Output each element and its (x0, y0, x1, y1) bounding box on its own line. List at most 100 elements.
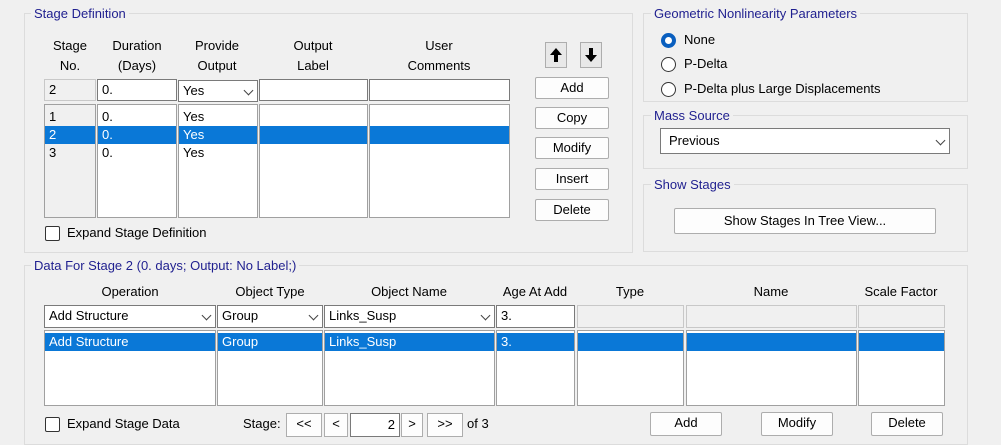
chevron-down-icon (935, 135, 946, 146)
first-stage-button[interactable]: << (286, 413, 322, 437)
chevron-down-icon (243, 85, 254, 96)
table-row[interactable]: Yes (179, 126, 257, 144)
cell-stage-no: 1 (49, 109, 57, 124)
table-row[interactable] (859, 333, 944, 351)
chevron-down-icon (201, 310, 212, 321)
mass-source-select[interactable]: Previous (660, 128, 950, 154)
object-type-select[interactable]: Group (217, 305, 323, 328)
stage-data-col-type[interactable] (577, 330, 684, 406)
chevron-down-icon (480, 310, 491, 321)
cell-stage-no: 3 (49, 145, 57, 160)
table-row[interactable]: Yes (179, 144, 257, 162)
stage-data-col-object-type[interactable]: Group (217, 330, 323, 406)
copy-stage-button[interactable]: Copy (535, 107, 609, 129)
header-name: Name (753, 284, 789, 299)
prev-stage-button[interactable]: < (324, 413, 348, 437)
stage-data-col-scale-factor[interactable] (858, 330, 945, 406)
header-user-comments: User Comments (407, 38, 471, 73)
stage-no-field: 2 (44, 79, 96, 101)
stage-total-label: of 3 (467, 416, 489, 431)
age-at-add-field[interactable]: 3. (496, 305, 575, 328)
stage-nav-label: Stage: (243, 416, 281, 431)
add-stage-button[interactable]: Add (535, 77, 609, 99)
type-field (577, 305, 684, 328)
stage-data-col-name[interactable] (686, 330, 857, 406)
stage-list-col-stage-no[interactable]: 1 2 3 (44, 104, 96, 218)
insert-stage-button[interactable]: Insert (535, 168, 609, 190)
stage-number-field[interactable]: 2 (350, 413, 400, 437)
operation-value: Add Structure (49, 308, 129, 323)
table-row[interactable]: Yes (179, 108, 257, 126)
table-row[interactable]: 0. (98, 126, 176, 144)
expand-stage-definition-checkbox[interactable] (45, 226, 60, 241)
radio-none-label[interactable]: None (684, 32, 715, 48)
cell-duration: 0. (102, 127, 113, 142)
radio-none[interactable] (661, 33, 676, 48)
table-row[interactable] (578, 333, 683, 351)
output-label-field[interactable] (259, 79, 368, 101)
add-data-button[interactable]: Add (650, 412, 722, 436)
stage-data-col-age-at-add[interactable]: 3. (496, 330, 575, 406)
table-row[interactable]: 2 (45, 126, 95, 144)
table-row[interactable]: 0. (98, 108, 176, 126)
table-row[interactable] (370, 126, 509, 144)
object-name-value: Links_Susp (329, 308, 397, 323)
stage-definition-title: Stage Definition (31, 7, 129, 21)
cell-provide-output: Yes (183, 109, 205, 124)
stage-list-col-output-label[interactable] (259, 104, 368, 218)
table-row[interactable]: 0. (98, 144, 176, 162)
header-age-at-add: Age At Add (502, 284, 568, 299)
chevron-down-icon (308, 310, 319, 321)
next-stage-button[interactable]: > (401, 413, 423, 437)
table-row[interactable]: 3 (45, 144, 95, 162)
radio-p-delta-label[interactable]: P-Delta (684, 56, 727, 72)
stage-list-col-duration[interactable]: 0. 0. 0. (97, 104, 177, 218)
cell-duration: 0. (102, 145, 113, 160)
header-stage-no: Stage No. (53, 38, 87, 73)
expand-stage-definition-label[interactable]: Expand Stage Definition (67, 223, 206, 243)
header-type: Type (615, 284, 645, 299)
delete-data-button[interactable]: Delete (871, 412, 943, 436)
mass-source-value: Previous (669, 133, 720, 148)
provide-output-value: Yes (183, 83, 205, 98)
cell-operation: Add Structure (49, 334, 129, 349)
mass-source-title: Mass Source (651, 109, 733, 123)
radio-p-delta[interactable] (661, 57, 676, 72)
table-row[interactable] (687, 333, 856, 351)
modify-stage-button[interactable]: Modify (535, 137, 609, 159)
object-name-select[interactable]: Links_Susp (324, 305, 495, 328)
expand-stage-data-checkbox[interactable] (45, 417, 60, 432)
table-row[interactable]: 1 (45, 108, 95, 126)
delete-stage-button[interactable]: Delete (535, 199, 609, 221)
stage-list-col-provide-output[interactable]: Yes Yes Yes (178, 104, 258, 218)
move-down-button[interactable] (580, 42, 602, 68)
stage-list-col-user-comments[interactable] (369, 104, 510, 218)
header-operation: Operation (101, 284, 159, 299)
header-output-label: Output Label (293, 38, 333, 73)
table-row[interactable]: 3. (497, 333, 574, 351)
cell-object-type: Group (222, 334, 259, 349)
table-row[interactable] (260, 126, 367, 144)
cell-stage-no: 2 (49, 127, 57, 142)
provide-output-select[interactable]: Yes (178, 80, 258, 102)
expand-stage-data-label[interactable]: Expand Stage Data (67, 414, 180, 434)
header-object-name: Object Name (371, 284, 447, 299)
stage-data-col-object-name[interactable]: Links_Susp (324, 330, 495, 406)
operation-select[interactable]: Add Structure (44, 305, 216, 328)
radio-p-delta-large[interactable] (661, 82, 676, 97)
user-comments-field[interactable] (369, 79, 510, 101)
last-stage-button[interactable]: >> (427, 413, 463, 437)
stage-data-col-operation[interactable]: Add Structure (44, 330, 216, 406)
show-stages-tree-view-button[interactable]: Show Stages In Tree View... (674, 208, 936, 234)
header-provide-output: Provide Output (194, 38, 240, 73)
table-row[interactable]: Group (218, 333, 322, 351)
table-row[interactable]: Add Structure (45, 333, 215, 351)
table-row[interactable]: Links_Susp (325, 333, 494, 351)
duration-field[interactable]: 0. (97, 79, 177, 101)
radio-p-delta-large-label[interactable]: P-Delta plus Large Displacements (684, 81, 881, 97)
move-up-button[interactable] (545, 42, 567, 68)
arrow-up-icon (550, 48, 562, 62)
geometric-nonlinearity-title: Geometric Nonlinearity Parameters (651, 7, 861, 21)
header-object-type: Object Type (235, 284, 305, 299)
modify-data-button[interactable]: Modify (761, 412, 833, 436)
